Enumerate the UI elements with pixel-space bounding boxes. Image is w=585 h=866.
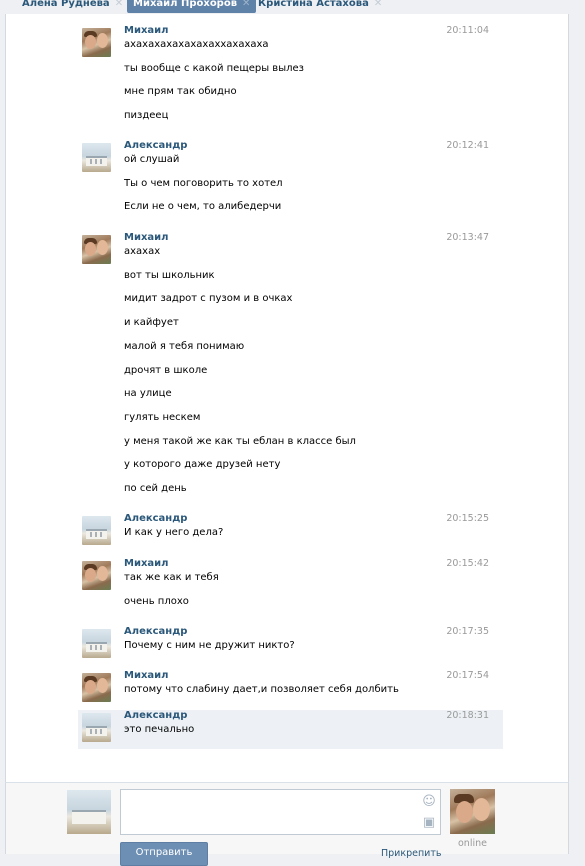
message-text: ахахах [124, 246, 161, 257]
dialog-tab[interactable]: Михаил Прохоров ✕ [127, 0, 257, 13]
message-text: ахахахахахахахаххахахаха [124, 39, 269, 50]
message-text: Почему с ним не дружит никто? [124, 640, 295, 651]
message-block[interactable]: Александр 20:17:35 Почему с ним не дружит … [78, 626, 503, 667]
close-tab-icon[interactable]: ✕ [115, 0, 123, 13]
peer-online-status: online [458, 838, 487, 849]
message-text: вот ты школьник [124, 269, 215, 281]
close-tab-icon[interactable]: ✕ [374, 0, 382, 13]
author-name[interactable]: Александр [124, 513, 187, 524]
message-time[interactable]: 20:11:04 [446, 25, 489, 36]
author-avatar[interactable] [82, 516, 111, 545]
message-text: малой я тебя понимаю [124, 340, 245, 352]
attach-link[interactable]: Прикрепить [381, 848, 441, 859]
message-time[interactable]: 20:18:31 [446, 710, 489, 721]
dialog-tab-label: Алена Руднева [22, 0, 110, 9]
message-text: ты вообще с какой пещеры вылез [124, 62, 304, 74]
author-name[interactable]: Александр [124, 710, 187, 721]
message-text: на улице [124, 388, 172, 400]
message-block[interactable]: Александр 20:12:41 ой слушай Ты о чем погов… [78, 140, 503, 228]
author-avatar[interactable] [82, 713, 111, 742]
message-time[interactable]: 20:13:47 [446, 232, 489, 243]
author-name[interactable]: Михаил [124, 670, 169, 681]
author-name[interactable]: Александр [124, 626, 187, 637]
author-avatar[interactable] [82, 28, 111, 57]
dialog-tab[interactable]: Кристина Астахова ✕ [258, 0, 382, 13]
message-text: гулять нескем [124, 411, 201, 423]
message-text: пиздеец [124, 110, 169, 122]
message-input-box[interactable]: ☺ ▣ [120, 789, 441, 835]
dialog-tabs: Алена Руднева ✕ Михаил Прохоров ✕ Кристина А… [0, 0, 585, 14]
message-text: дрочят в школе [124, 364, 208, 376]
message-block[interactable]: Михаил 20:15:42 так же как и тебя очень пло… [78, 558, 503, 622]
message-time[interactable]: 20:15:42 [446, 558, 489, 569]
message-text: мидит задрот с пузом и в очках [124, 293, 293, 305]
message-block[interactable]: Михаил 20:17:54 потому что слабину дает,и … [78, 670, 503, 711]
message-text: потому что слабину дает,и позволяет себя… [124, 684, 399, 695]
message-text: ой слушай [124, 154, 180, 165]
message-block[interactable]: Михаил 20:13:47 ахахах вот ты школьник мидит… [78, 232, 503, 510]
camera-icon[interactable]: ▣ [422, 816, 436, 830]
author-avatar[interactable] [82, 561, 111, 590]
message-time[interactable]: 20:15:25 [446, 513, 489, 524]
message-time[interactable]: 20:17:54 [446, 670, 489, 681]
message-text: мне прям так обидно [124, 86, 237, 98]
author-avatar[interactable] [82, 673, 111, 702]
author-avatar[interactable] [82, 629, 111, 658]
author-name[interactable]: Михаил [124, 25, 169, 36]
message-block[interactable]: Михаил 20:11:04 ахахахахахахахаххахахаха ты… [78, 25, 503, 137]
message-text: И как у него дела? [124, 527, 224, 538]
author-name[interactable]: Михаил [124, 558, 169, 569]
message-time[interactable]: 20:12:41 [446, 140, 489, 151]
dialog-tab-label: Кристина Астахова [258, 0, 369, 9]
message-time[interactable]: 20:17:35 [446, 626, 489, 637]
author-name[interactable]: Михаил [124, 232, 169, 243]
smile-icon[interactable]: ☺ [422, 795, 436, 809]
close-tab-icon[interactable]: ✕ [242, 0, 250, 13]
compose-area: ☺ ▣ online Отправить Прикрепить [5, 782, 569, 866]
my-avatar[interactable] [67, 790, 111, 834]
author-name[interactable]: Александр [124, 140, 187, 151]
message-text: по сей день [124, 483, 187, 494]
message-input[interactable] [121, 790, 421, 834]
message-text: у которого даже друзей нету [124, 459, 281, 471]
author-avatar[interactable] [82, 235, 111, 264]
message-text: Ты о чем поговорить то хотел [124, 177, 283, 189]
message-text: это печально [124, 724, 195, 735]
peer-avatar[interactable] [450, 789, 495, 834]
dialog-tab-label: Михаил Прохоров [133, 0, 238, 9]
message-text: и кайфует [124, 317, 179, 329]
send-button[interactable]: Отправить [120, 842, 208, 866]
message-block[interactable]: Александр 20:15:25 И как у него дела? [78, 513, 503, 554]
message-text: так же как и тебя [124, 572, 219, 583]
message-text: очень плохо [124, 595, 189, 607]
message-text: Если не о чем, то алибедерчи [124, 201, 282, 213]
message-history[interactable]: Михаил 20:11:04 ахахахахахахахаххахахаха ты… [5, 14, 569, 782]
message-text: у меня такой же как ты еблан в классе бы… [124, 435, 356, 447]
author-avatar[interactable] [82, 143, 111, 172]
dialog-tab[interactable]: Алена Руднева ✕ [22, 0, 123, 13]
message-block[interactable]: Александр 20:18:31 это печально [78, 710, 503, 749]
